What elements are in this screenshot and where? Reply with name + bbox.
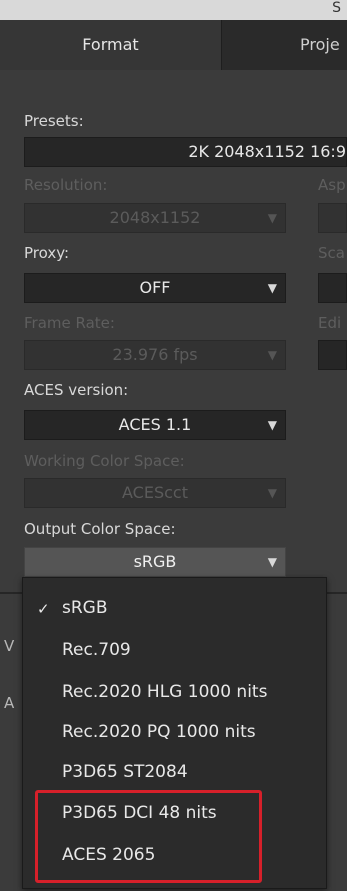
edit-field[interactable] <box>318 340 347 370</box>
highlight-annotation-box <box>35 790 262 883</box>
scale-field[interactable] <box>318 273 347 303</box>
proxy-dropdown[interactable]: OFF ▼ <box>24 273 286 303</box>
proxy-value: OFF <box>139 278 171 297</box>
frame-rate-dropdown: 23.976 fps ▼ <box>24 340 286 370</box>
frame-rate-label: Frame Rate: <box>24 314 115 332</box>
resolution-value: 2048x1152 <box>109 208 201 227</box>
chevron-down-icon: ▼ <box>267 211 277 225</box>
presets-field[interactable]: 2K 2048x1152 16:9 <box>24 137 347 167</box>
resolution-dropdown: 2048x1152 ▼ <box>24 203 286 233</box>
window-titlebar: S <box>0 0 347 20</box>
output-color-space-value: sRGB <box>133 552 177 571</box>
scale-label: Sca <box>318 244 345 262</box>
chevron-down-icon: ▼ <box>267 486 277 500</box>
window-title-fragment: S <box>332 0 341 16</box>
proxy-label: Proxy: <box>24 244 70 262</box>
chevron-down-icon: ▼ <box>267 555 277 569</box>
chevron-down-icon: ▼ <box>267 418 277 432</box>
aces-version-dropdown[interactable]: ACES 1.1 ▼ <box>24 410 286 440</box>
aspect-field <box>318 203 347 233</box>
edit-label: Edi <box>318 314 342 332</box>
checkmark-icon: ✓ <box>37 600 50 618</box>
chevron-down-icon: ▼ <box>267 348 277 362</box>
output-color-space-dropdown[interactable]: sRGB ▼ <box>24 547 286 577</box>
menu-item-rec2020-pq[interactable]: Rec.2020 PQ 1000 nits <box>62 722 256 742</box>
chevron-down-icon: ▼ <box>267 281 277 295</box>
working-color-space-label: Working Color Space: <box>24 452 185 470</box>
tab-bar: Format Proje <box>0 20 347 70</box>
menu-item-rec2020-hlg[interactable]: Rec.2020 HLG 1000 nits <box>62 682 267 702</box>
output-color-space-label: Output Color Space: <box>24 520 176 538</box>
tab-format[interactable]: Format <box>0 20 222 70</box>
tab-project[interactable]: Proje <box>222 20 347 70</box>
obscured-label-a: A <box>4 694 15 712</box>
menu-item-srgb[interactable]: sRGB <box>62 598 108 618</box>
aspect-label: Asp <box>318 176 346 194</box>
menu-item-rec709[interactable]: Rec.709 <box>62 640 131 660</box>
working-color-space-value: ACEScct <box>122 483 188 502</box>
aces-version-label: ACES version: <box>24 381 129 399</box>
resolution-label: Resolution: <box>24 176 108 194</box>
presets-label: Presets: <box>24 112 84 130</box>
frame-rate-value: 23.976 fps <box>112 345 198 364</box>
aces-version-value: ACES 1.1 <box>118 415 192 434</box>
obscured-label-v: V <box>4 637 15 655</box>
presets-value: 2K 2048x1152 16:9 <box>188 142 346 161</box>
menu-item-p3d65-st2084[interactable]: P3D65 ST2084 <box>62 762 188 782</box>
working-color-space-dropdown: ACEScct ▼ <box>24 478 286 508</box>
